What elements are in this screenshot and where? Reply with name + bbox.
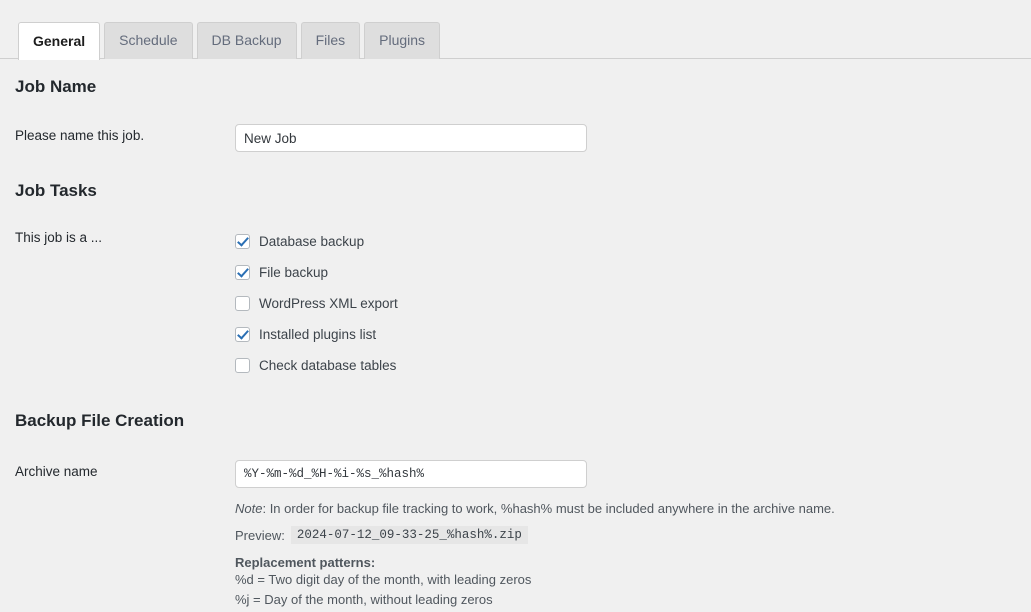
checkbox-item-installed-plugins-list[interactable]: Installed plugins list: [235, 319, 1031, 350]
label-archive-name: Archive name: [15, 464, 98, 479]
section-heading-job-name: Job Name: [15, 77, 97, 96]
label-job-name: Please name this job.: [15, 128, 145, 143]
replacement-pattern-line: %j = Day of the month, without leading z…: [235, 592, 493, 607]
tab-files[interactable]: Files: [300, 22, 361, 59]
replacement-patterns: Replacement patterns: %d = Two digit day…: [235, 555, 1031, 610]
checkbox-label: WordPress XML export: [259, 296, 398, 311]
checkbox-installed-plugins-list[interactable]: [235, 327, 250, 342]
preview-value: 2024-07-12_09-33-25_%hash%.zip: [290, 526, 528, 544]
preview-label: Preview:: [235, 527, 285, 543]
checkbox-wordpress-xml-export[interactable]: [235, 296, 250, 311]
tab-general[interactable]: General: [18, 22, 101, 60]
control-job-name: [235, 124, 1031, 152]
tab-bar: General Schedule DB Backup Files Plugins: [0, 0, 1031, 60]
replacement-patterns-title: Replacement patterns:: [235, 555, 376, 570]
checkbox-item-check-database-tables[interactable]: Check database tables: [235, 350, 1031, 381]
tab-label: General: [33, 33, 86, 49]
checkbox-item-database-backup[interactable]: Database backup: [235, 226, 1031, 257]
checkbox-label: Database backup: [259, 234, 365, 249]
tab-plugins[interactable]: Plugins: [364, 22, 441, 59]
tab-db-backup[interactable]: DB Backup: [196, 22, 297, 59]
checkbox-database-backup[interactable]: [235, 234, 250, 249]
checkbox-check-database-tables[interactable]: [235, 358, 250, 373]
tab-label: Plugins: [379, 32, 426, 48]
field-row-job-tasks: This job is a ... Database backup File b…: [0, 226, 1031, 381]
archive-name-preview: Preview: 2024-07-12_09-33-25_%hash%.zip: [235, 526, 1031, 544]
section-heading-job-tasks: Job Tasks: [15, 181, 97, 200]
field-row-job-name: Please name this job.: [0, 124, 1031, 152]
note-prefix: Note: [235, 501, 263, 516]
note-text: : In order for backup file tracking to w…: [262, 501, 835, 516]
checkbox-label: File backup: [259, 265, 329, 280]
tab-label: Schedule: [119, 32, 178, 48]
job-name-input[interactable]: [235, 124, 587, 152]
checkbox-item-file-backup[interactable]: File backup: [235, 257, 1031, 288]
replacement-pattern-line: %d = Two digit day of the month, with le…: [235, 572, 532, 587]
checkbox-label: Check database tables: [259, 358, 397, 373]
label-job-tasks: This job is a ...: [15, 230, 103, 245]
job-tasks-checkbox-group: Database backup File backup WordPress XM…: [235, 226, 1031, 381]
checkbox-label: Installed plugins list: [259, 327, 377, 342]
field-row-archive-name: Archive name Note: In order for backup f…: [0, 460, 1031, 610]
tab-label: Files: [315, 32, 346, 48]
archive-name-input[interactable]: [235, 460, 587, 488]
checkbox-item-wordpress-xml-export[interactable]: WordPress XML export: [235, 288, 1031, 319]
checkbox-file-backup[interactable]: [235, 265, 250, 280]
tab-schedule[interactable]: Schedule: [104, 22, 193, 59]
tab-label: DB Backup: [211, 32, 282, 48]
archive-name-note: Note: In order for backup file tracking …: [235, 501, 1031, 516]
settings-content: Job Name Please name this job. Job Tasks…: [0, 77, 1031, 610]
section-heading-backup-file-creation: Backup File Creation: [15, 411, 185, 430]
control-archive-name: Note: In order for backup file tracking …: [235, 460, 1031, 610]
